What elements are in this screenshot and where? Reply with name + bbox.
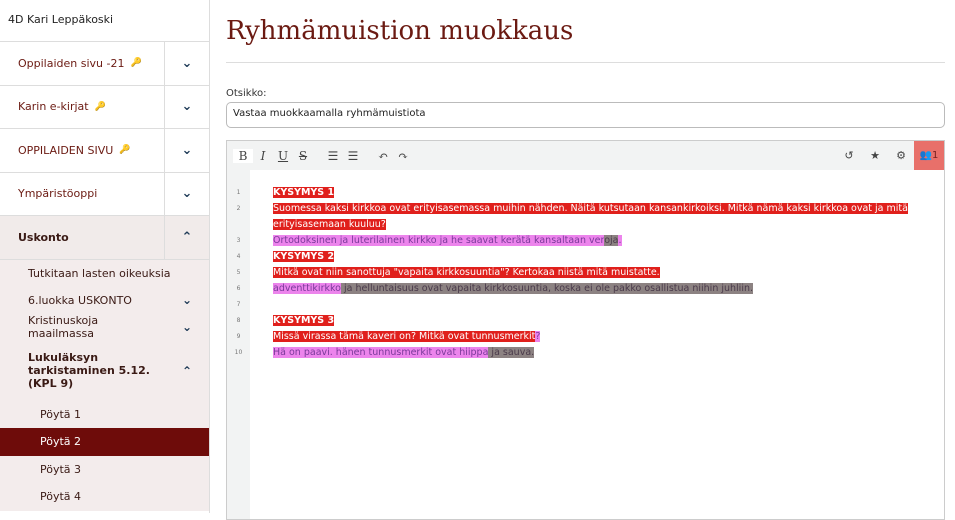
sidebar-item-label[interactable]: Oppilaiden sivu -21 🔑 xyxy=(0,42,165,85)
chevron-down-icon[interactable]: ⌄ xyxy=(165,320,209,334)
history-icon[interactable]: ↺ xyxy=(836,149,862,162)
sidebar-item-label[interactable]: OPPILAIDEN SIVU 🔑 xyxy=(0,129,165,172)
highlighted-text: Hä on paavi. hänen tunnusmerkit ovat hii… xyxy=(273,347,488,358)
chevron-up-icon[interactable]: ⌃ xyxy=(165,216,209,259)
line-number: 1 xyxy=(227,185,250,201)
key-icon: 🔑 xyxy=(130,58,141,68)
chevron-down-icon[interactable]: ⌄ xyxy=(165,86,209,129)
page-title: Ryhmämuistion muokkaus xyxy=(226,16,945,63)
line-number: 7 xyxy=(227,297,250,313)
sidebar-item[interactable]: Oppilaiden sivu -21 🔑 ⌄ xyxy=(0,42,209,86)
sidebar-item-label[interactable]: Ympäristöoppi xyxy=(0,173,165,216)
bold-button[interactable]: B xyxy=(233,149,253,163)
editor-line: 3Ortodoksinen ja luterilainen kirkko ja … xyxy=(273,233,913,249)
highlighted-text: ? xyxy=(535,331,540,342)
chevron-down-icon[interactable]: ⌄ xyxy=(165,129,209,172)
key-icon: 🔑 xyxy=(95,102,106,112)
line-number: 8 xyxy=(227,313,250,329)
subitem-label: 6.luokka USKONTO xyxy=(0,294,165,307)
sidebar-item-text: Karin e-kirjat xyxy=(18,100,89,113)
users-icon[interactable]: 👥1 xyxy=(914,141,944,170)
highlighted-text: KYSYMYS 1 xyxy=(273,187,334,198)
subitem-tutkitaan[interactable]: Tutkitaan lasten oikeuksia xyxy=(0,260,209,287)
editor-line: 10Hä on paavi. hänen tunnusmerkit ovat h… xyxy=(273,345,913,361)
highlighted-text: Mitkä ovat niin sanottuja "vapaita kirkk… xyxy=(273,267,660,278)
chevron-up-icon[interactable]: ⌃ xyxy=(165,364,209,378)
sidebar-item[interactable]: OPPILAIDEN SIVU 🔑 ⌄ xyxy=(0,129,209,173)
line-number: 6 xyxy=(227,281,250,297)
subitem-label: Kristinuskoja maailmassa xyxy=(0,314,165,340)
line-number: 4 xyxy=(227,249,250,265)
ordered-list-icon[interactable]: ☰ xyxy=(323,149,343,163)
sidebar-item-text: Ympäristöoppi xyxy=(18,187,97,200)
sidebar-item-text: Oppilaiden sivu -21 xyxy=(18,57,124,70)
table-2-link[interactable]: Pöytä 2 xyxy=(0,428,209,456)
sidebar-item[interactable]: Ympäristöoppi ⌄ xyxy=(0,173,209,217)
gear-icon[interactable]: ⚙ xyxy=(888,149,914,162)
bullet-list-icon[interactable]: ☰ xyxy=(343,149,363,163)
redo-icon[interactable]: ↷ xyxy=(393,149,413,163)
editor[interactable]: B I U S ☰ ☰ ↶ ↷ ↺ ★ ⚙ 👥1 1KYSYMYS 12Suom… xyxy=(226,140,945,520)
group-name: 4D Kari Leppäkoski xyxy=(0,0,209,42)
subitem-label: Tutkitaan lasten oikeuksia xyxy=(0,267,209,280)
title-input[interactable]: Vastaa muokkaamalla ryhmämuistiota xyxy=(226,102,945,128)
line-number: 9 xyxy=(227,329,250,345)
highlighted-text: oja xyxy=(604,235,618,246)
sidebar: 4D Kari Leppäkoski Oppilaiden sivu -21 🔑 ⌄… xyxy=(0,0,210,513)
editor-line: 2Suomessa kaksi kirkkoa ovat erityisasem… xyxy=(273,201,913,233)
sidebar-item-label[interactable]: Uskonto xyxy=(0,216,165,259)
line-number: 2 xyxy=(227,201,250,217)
main: Ryhmämuistion muokkaus Otsikko: Vastaa m… xyxy=(226,0,945,520)
chevron-down-icon[interactable]: ⌄ xyxy=(165,42,209,85)
highlighted-text: Missä virassa tämä kaveri on? Mitkä ovat… xyxy=(273,331,535,342)
highlighted-text: ja sauva. xyxy=(488,347,534,358)
strikethrough-button[interactable]: S xyxy=(293,149,313,163)
subitem-kristinuskoja[interactable]: Kristinuskoja maailmassa⌄ xyxy=(0,314,209,341)
undo-icon[interactable]: ↶ xyxy=(373,149,393,163)
highlighted-text: Ortodoksinen ja luterilainen kirkko ja h… xyxy=(273,235,604,246)
sidebar-item-text: OPPILAIDEN SIVU xyxy=(18,144,113,157)
subitem-label: Lukuläksyn tarkistaminen 5.12. (KPL 9) xyxy=(0,351,165,390)
editor-line: 6adventtikirkko ja helluntaisuus ovat va… xyxy=(273,281,913,297)
highlighted-text: adventtikirkko xyxy=(273,283,341,294)
editor-line: 9Missä virassa tämä kaveri on? Mitkä ova… xyxy=(273,329,913,345)
sidebar-item[interactable]: Uskonto ⌃ xyxy=(0,216,209,260)
highlighted-text: . xyxy=(618,235,621,246)
subitem-lukulaksyn[interactable]: Lukuläksyn tarkistaminen 5.12. (KPL 9)⌃ xyxy=(0,341,209,401)
table-3-link[interactable]: Pöytä 3 xyxy=(0,456,209,484)
highlighted-text: Suomessa kaksi kirkkoa ovat erityisasema… xyxy=(273,203,908,230)
title-label: Otsikko: xyxy=(226,88,945,99)
sidebar-item-label[interactable]: Karin e-kirjat 🔑 xyxy=(0,86,165,129)
table-1-link[interactable]: Pöytä 1 xyxy=(0,401,209,429)
line-number: 10 xyxy=(227,345,250,361)
editor-line: 5Mitkä ovat niin sanottuja "vapaita kirk… xyxy=(273,265,913,281)
editor-line: 7 xyxy=(273,297,913,313)
editor-line: 1KYSYMYS 1 xyxy=(273,185,913,201)
sidebar-item-text: Uskonto xyxy=(18,231,69,244)
underline-button[interactable]: U xyxy=(273,149,293,163)
star-icon[interactable]: ★ xyxy=(862,149,888,162)
editor-toolbar: B I U S ☰ ☰ ↶ ↷ ↺ ★ ⚙ 👥1 xyxy=(227,141,944,170)
editor-line: 8KYSYMYS 3 xyxy=(273,313,913,329)
italic-button[interactable]: I xyxy=(253,149,273,163)
line-number: 5 xyxy=(227,265,250,281)
chevron-down-icon[interactable]: ⌄ xyxy=(165,173,209,216)
editor-content[interactable]: 1KYSYMYS 12Suomessa kaksi kirkkoa ovat e… xyxy=(273,185,913,361)
subitem-6-luokka[interactable]: 6.luokka USKONTO⌄ xyxy=(0,287,209,314)
table-4-link[interactable]: Pöytä 4 xyxy=(0,483,209,511)
key-icon: 🔑 xyxy=(119,145,130,155)
sidebar-item[interactable]: Karin e-kirjat 🔑 ⌄ xyxy=(0,86,209,130)
highlighted-text: ja helluntaisuus ovat vapaita kirkkosuun… xyxy=(341,283,753,294)
highlighted-text: KYSYMYS 3 xyxy=(273,315,334,326)
chevron-down-icon[interactable]: ⌄ xyxy=(165,293,209,307)
editor-line: 4KYSYMYS 2 xyxy=(273,249,913,265)
highlighted-text: KYSYMYS 2 xyxy=(273,251,334,262)
line-number: 3 xyxy=(227,233,250,249)
